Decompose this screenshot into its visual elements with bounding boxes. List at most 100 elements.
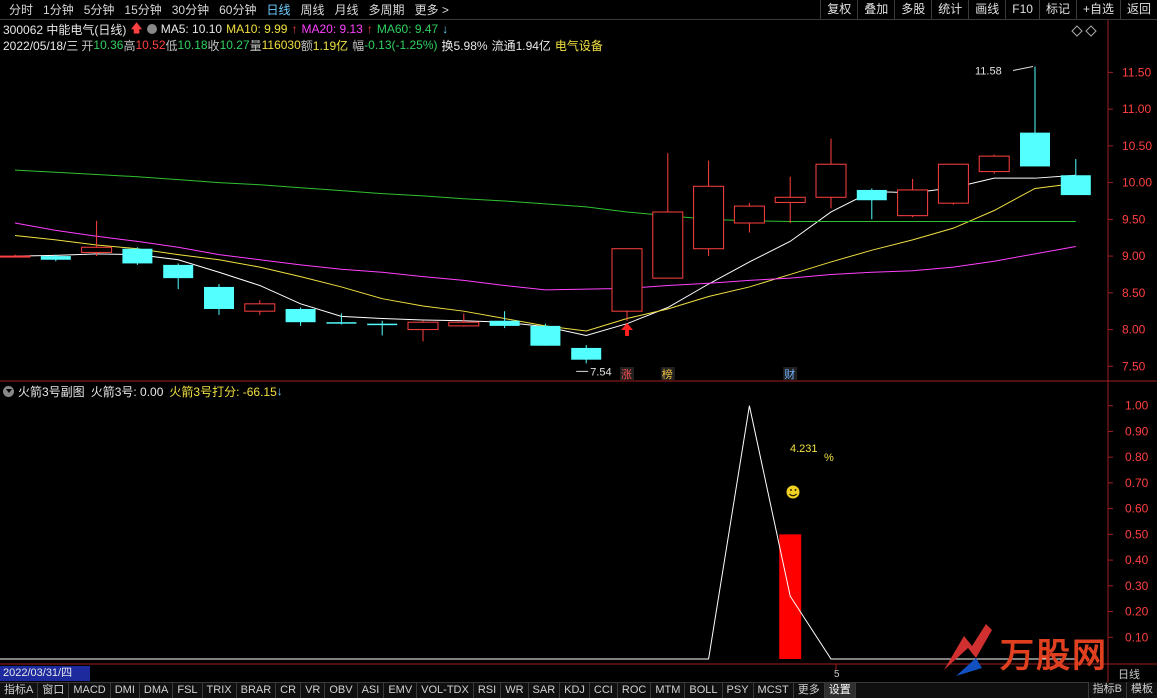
- indicator-tab[interactable]: MACD: [69, 683, 111, 698]
- candle-body: [815, 163, 847, 198]
- indicator-tab[interactable]: ASI: [358, 683, 385, 698]
- toolbar-button[interactable]: 画线: [968, 0, 1005, 20]
- quote-date: 2022/05/18/三: [3, 38, 79, 53]
- candle-body: [530, 325, 561, 346]
- candle-body: [774, 196, 806, 203]
- indicator-tab[interactable]: EMV: [384, 683, 418, 698]
- period-tab[interactable]: 30分钟: [167, 0, 214, 20]
- subchart-menu-icon[interactable]: [3, 385, 14, 397]
- diamond-icon: [1071, 25, 1083, 37]
- candle: [733, 203, 765, 233]
- toolbar-button[interactable]: 统计: [931, 0, 968, 20]
- candle-body: [693, 185, 725, 250]
- y-tick-label: 11.00: [1122, 102, 1151, 116]
- indicator-tab[interactable]: 指标A: [0, 683, 39, 698]
- candle: [489, 311, 520, 329]
- period-tab[interactable]: 分时: [4, 0, 38, 20]
- indicator-tab[interactable]: PSY: [723, 683, 754, 698]
- volume: 116030: [261, 38, 301, 52]
- candle: [611, 248, 643, 321]
- indicator-tab-right[interactable]: 模板: [1126, 682, 1157, 698]
- toolbar-button[interactable]: +自选: [1075, 0, 1120, 20]
- indicator-tab[interactable]: TRIX: [203, 683, 237, 698]
- period-tab[interactable]: 更多 >: [410, 0, 454, 20]
- quote-line: 2022/05/18/三 开 10.36 高 10.52 低 10.18 收 10.27…: [3, 38, 603, 53]
- indicator-tab[interactable]: MTM: [651, 683, 686, 698]
- candle: [652, 153, 684, 279]
- candle: [0, 254, 31, 258]
- candle-body: [81, 246, 113, 253]
- period-tab[interactable]: 60分钟: [214, 0, 261, 20]
- toolbar-button[interactable]: 标记: [1038, 0, 1076, 20]
- indicator-tab[interactable]: ROC: [618, 683, 652, 698]
- period-tab[interactable]: 日线: [261, 0, 295, 20]
- toolbar-button[interactable]: 叠加: [857, 0, 894, 20]
- indicator-tab[interactable]: FSL: [173, 683, 203, 698]
- smiley-icon: [786, 485, 800, 499]
- toolbar-button[interactable]: 多股: [894, 0, 931, 20]
- candle: [1060, 159, 1091, 196]
- candle: [693, 160, 725, 257]
- arrow-down-icon: ↓: [442, 22, 449, 36]
- y-tick-label: 0.70: [1125, 476, 1149, 490]
- indicator-tab[interactable]: SAR: [529, 683, 561, 698]
- ma-settings-icon[interactable]: [146, 24, 157, 34]
- indicator-tab[interactable]: BRAR: [237, 683, 277, 698]
- indicator-tab[interactable]: WR: [501, 683, 529, 698]
- toolbar-right-buttons: 复权 叠加 多股 统计 画线 F10 标记 +自选 返回: [820, 0, 1157, 20]
- toolbar-button[interactable]: 复权: [820, 0, 857, 20]
- cursor-date: 2022/03/31/四: [0, 666, 90, 681]
- indicator-tab[interactable]: CR: [276, 683, 302, 698]
- indicator-tab[interactable]: CCI: [590, 683, 618, 698]
- candle-body: [285, 308, 316, 323]
- period-tab[interactable]: 5分钟: [79, 0, 120, 20]
- period-tab[interactable]: 周线: [295, 0, 329, 20]
- indicator-tab[interactable]: VR: [301, 683, 326, 698]
- indicator-tab[interactable]: 更多: [794, 683, 825, 698]
- indicator-tab[interactable]: 窗口: [38, 683, 70, 698]
- amount: 1.19亿: [312, 38, 349, 53]
- candle-body: [40, 256, 71, 260]
- ma5-value: MA5: 10.10: [160, 22, 223, 36]
- arrow-up-icon: ↑: [366, 22, 373, 36]
- close-price: 10.27: [219, 38, 250, 52]
- kline-chart[interactable]: 5 7.50 8.00 8.50 9.00 9.50 10.00 10.50 11.00 11.…: [0, 0, 1157, 698]
- stock-code-name: 300062 中能电气(日线): [3, 22, 127, 37]
- indicator-tab[interactable]: MCST: [754, 683, 794, 698]
- period-tab[interactable]: 月线: [330, 0, 364, 20]
- stock-header: 300062 中能电气(日线) 🡅 MA5: 10.10 MA10: 9.99 ↑…: [3, 21, 452, 37]
- candle: [81, 220, 113, 257]
- indicator-tab[interactable]: OBV: [325, 683, 358, 698]
- indicator-tab-right[interactable]: 指标B: [1087, 682, 1126, 698]
- subchart-title: 火箭3号副图: [18, 384, 85, 399]
- arrow-down-icon: ↓: [276, 384, 283, 398]
- high-price: 10.52: [135, 38, 166, 52]
- period-tab[interactable]: 多周期: [364, 0, 410, 20]
- y-tick-label: 10.00: [1122, 176, 1152, 190]
- period-toolbar: 分时 1分钟 5分钟 15分钟 30分钟 60分钟 日线 周线 月线 多周期 更多 > 复权 叠加 多股…: [0, 0, 1157, 20]
- candle-body: [733, 205, 765, 224]
- candle-body: [367, 323, 398, 326]
- period-tab[interactable]: 15分钟: [119, 0, 166, 20]
- candle: [326, 313, 357, 325]
- marker-label: 财: [784, 367, 795, 381]
- indicator-tab[interactable]: DMA: [140, 683, 174, 698]
- candle-body: [326, 322, 357, 324]
- candle-body: [652, 211, 684, 279]
- period-tab[interactable]: 1分钟: [38, 0, 79, 20]
- indicator-tab[interactable]: DMI: [111, 683, 140, 698]
- indicator-tab[interactable]: KDJ: [560, 683, 590, 698]
- candle-body: [204, 286, 234, 309]
- toolbar-button[interactable]: F10: [1005, 0, 1039, 20]
- candle-body: [163, 264, 194, 279]
- indicator-tab[interactable]: RSI: [474, 683, 502, 698]
- candle: [530, 323, 561, 346]
- candle: [407, 320, 439, 342]
- indicator-tab[interactable]: BOLL: [685, 683, 723, 698]
- indicator-tab[interactable]: 设置: [824, 683, 856, 698]
- ma-line-ma20: [14, 222, 1076, 291]
- candle: [1020, 66, 1050, 167]
- arrow-up-icon: ↑: [291, 22, 298, 36]
- indicator-tab[interactable]: VOL-TDX: [417, 683, 474, 698]
- toolbar-button[interactable]: 返回: [1119, 0, 1157, 20]
